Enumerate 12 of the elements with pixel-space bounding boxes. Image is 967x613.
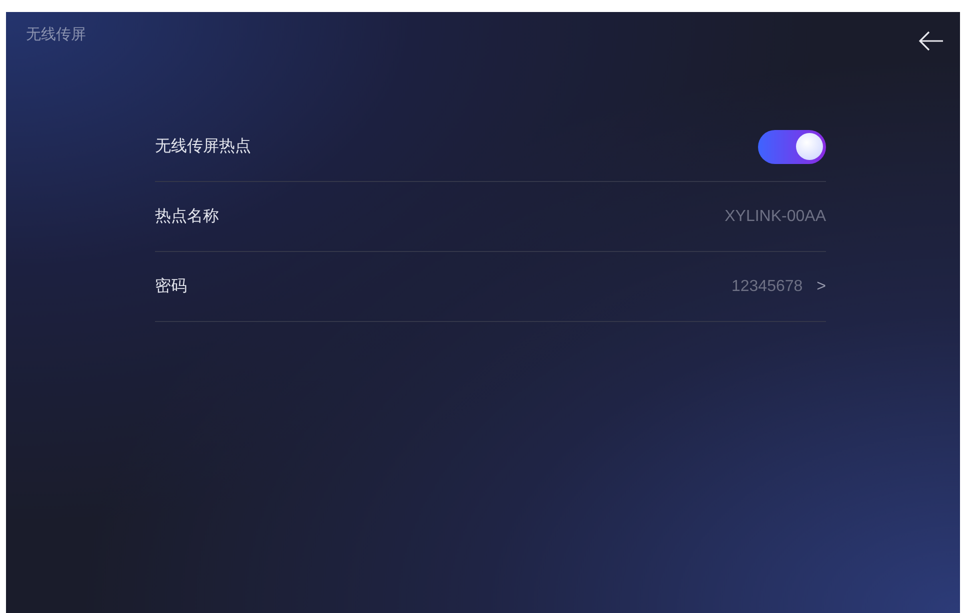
settings-row[interactable]: 热点名称 XYLINK-00AA [155, 182, 826, 252]
setting-label: 密码 [155, 276, 187, 296]
settings-row[interactable]: 密码 12345678 > [155, 252, 826, 322]
back-arrow-icon [918, 30, 944, 52]
setting-label: 无线传屏热点 [155, 136, 251, 156]
setting-label: 热点名称 [155, 206, 219, 226]
setting-value: 12345678 [731, 276, 803, 296]
chevron-icon: > [816, 274, 826, 298]
setting-value: XYLINK-00AA [724, 206, 826, 226]
page-title: 无线传屏 [26, 25, 86, 45]
toggle-knob [796, 133, 823, 160]
toggle-switch[interactable] [758, 130, 826, 164]
